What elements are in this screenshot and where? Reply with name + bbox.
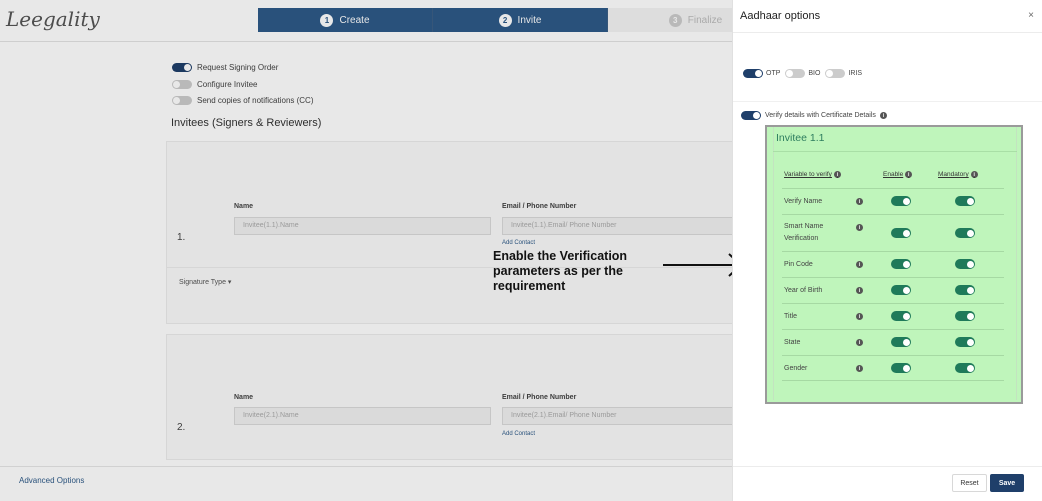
auth-mode-label: IRIS [848, 70, 863, 77]
info-icon: i [970, 171, 978, 178]
auth-mode-row: OTP BIO IRIS [741, 69, 862, 78]
drawer-title: Aadhaar options [740, 10, 821, 22]
info-icon: i [833, 171, 841, 178]
mandatory-toggle[interactable] [955, 196, 975, 206]
iris-toggle[interactable] [825, 69, 846, 78]
enable-toggle[interactable] [891, 311, 911, 321]
info-icon: i [856, 339, 863, 346]
enable-toggle[interactable] [891, 337, 911, 347]
otp-toggle[interactable] [743, 69, 763, 78]
reset-button[interactable]: Reset [952, 474, 987, 492]
bio-toggle[interactable] [785, 69, 806, 78]
verification-variables-panel: Invitee 1.1 Variable to verify i Enable … [765, 125, 1023, 404]
variable-row-title: Title i [782, 303, 1004, 329]
mandatory-toggle[interactable] [955, 228, 975, 238]
column-label: Variable to verify [784, 171, 832, 178]
variable-row-year-of-birth: Year of Birth i [782, 277, 1004, 303]
variable-row-state: State i [782, 329, 1004, 355]
variable-row-smart-name: Smart Name Verification i [782, 214, 1004, 251]
close-icon[interactable]: × [1028, 10, 1034, 21]
save-button[interactable]: Save [990, 474, 1024, 492]
column-label: Mandatory [938, 171, 969, 178]
verify-certificate-label: Verify details with Certificate Details [765, 112, 876, 119]
invitee-title: Invitee 1.1 [776, 132, 825, 144]
variable-row-gender: Gender i [782, 355, 1004, 381]
info-icon: i [905, 171, 913, 178]
mandatory-toggle[interactable] [955, 311, 975, 321]
column-header-mandatory: Mandatory i [938, 171, 978, 178]
divider [733, 101, 1042, 102]
column-label: Enable [883, 171, 904, 178]
info-icon: i [856, 224, 863, 231]
divider [733, 32, 1042, 33]
variable-name: Verify Name [784, 198, 823, 205]
enable-toggle[interactable] [891, 196, 911, 206]
variable-name: Gender [784, 365, 808, 372]
verify-certificate-toggle[interactable] [741, 111, 761, 120]
info-icon: i [856, 313, 863, 320]
info-icon: i [879, 112, 887, 119]
enable-toggle[interactable] [891, 285, 911, 295]
variable-name: Smart Name Verification [784, 223, 824, 242]
column-header-variable: Variable to verify i [784, 171, 841, 178]
mandatory-toggle[interactable] [955, 363, 975, 373]
variable-name: Title [784, 313, 797, 320]
mandatory-toggle[interactable] [955, 285, 975, 295]
auth-mode-label: BIO [808, 70, 821, 77]
variable-name: Pin Code [784, 261, 813, 268]
enable-toggle[interactable] [891, 363, 911, 373]
variable-name: State [784, 339, 801, 346]
info-icon: i [856, 287, 863, 294]
mandatory-toggle[interactable] [955, 259, 975, 269]
info-icon: i [856, 365, 863, 372]
variable-row-pin-code: Pin Code i [782, 251, 1004, 277]
info-icon: i [856, 261, 863, 268]
variable-name: Year of Birth [784, 287, 823, 294]
info-icon: i [856, 198, 863, 205]
auth-mode-label: OTP [766, 70, 781, 77]
column-header-enable: Enable i [883, 171, 913, 178]
variable-row-verify-name: Verify Name i [782, 188, 1004, 214]
verify-certificate-row: Verify details with Certificate Details … [741, 111, 887, 120]
enable-toggle[interactable] [891, 259, 911, 269]
divider [733, 466, 1042, 467]
divider [773, 151, 1017, 152]
mandatory-toggle[interactable] [955, 337, 975, 347]
enable-toggle[interactable] [891, 228, 911, 238]
